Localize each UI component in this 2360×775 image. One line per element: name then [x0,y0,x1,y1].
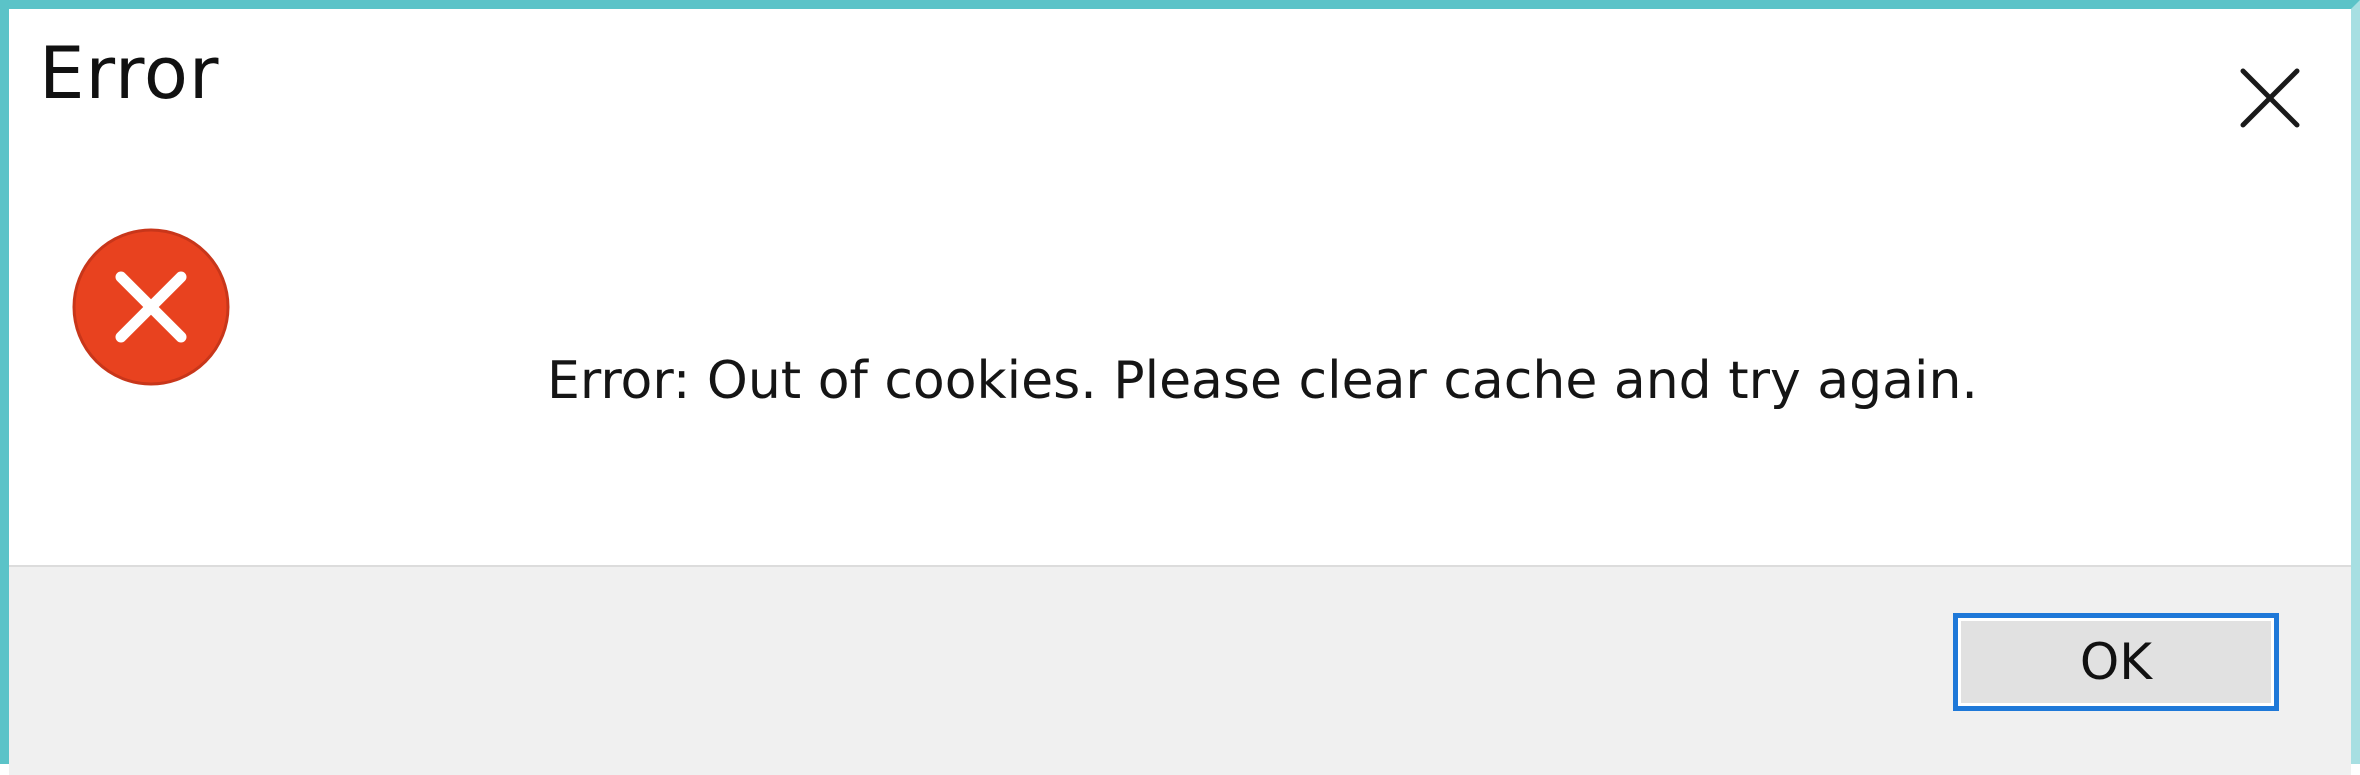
error-icon [71,227,231,387]
error-dialog: Error Error: Out of cookies. Please clea… [0,0,2360,775]
ok-button[interactable]: OK [1953,613,2279,711]
error-message: Error: Out of cookies. Please clear cach… [547,351,1978,411]
close-icon [2240,68,2300,128]
close-button[interactable] [2239,67,2301,129]
dialog-title: Error [39,31,220,115]
